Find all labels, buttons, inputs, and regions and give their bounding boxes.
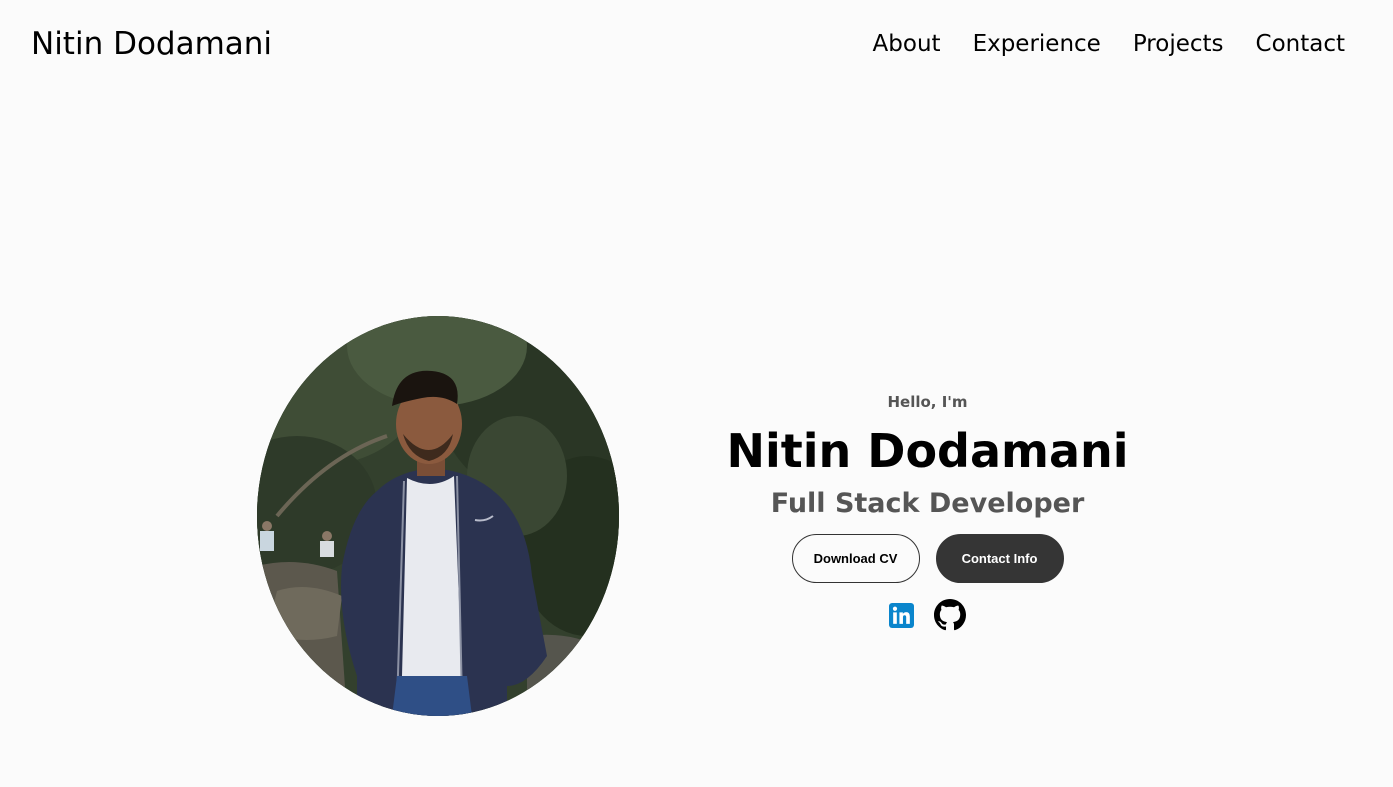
hero-title: Full Stack Developer: [770, 488, 1085, 519]
nav-item-about: About: [873, 31, 941, 57]
hero-greeting: Hello, I'm: [887, 393, 968, 411]
page: Nitin Dodamani About Experience Projects…: [0, 0, 1393, 787]
hero-name: Nitin Dodamani: [726, 424, 1129, 478]
nav-item-contact: Contact: [1256, 31, 1345, 57]
nav-link-projects[interactable]: Projects: [1133, 31, 1224, 57]
nav-link-contact[interactable]: Contact: [1256, 31, 1345, 57]
social-links: [700, 599, 1155, 635]
hero-section: Hello, I'm Nitin Dodamani Full Stack Dev…: [700, 390, 1155, 635]
github-icon[interactable]: [934, 599, 966, 635]
nav-links: About Experience Projects Contact: [873, 31, 1345, 57]
contact-info-button[interactable]: Contact Info: [935, 534, 1064, 583]
nav-item-projects: Projects: [1133, 31, 1224, 57]
linkedin-icon[interactable]: [889, 602, 914, 632]
nav-link-about[interactable]: About: [873, 31, 941, 57]
nav-link-experience[interactable]: Experience: [973, 31, 1101, 57]
hero-buttons: Download CV Contact Info: [700, 534, 1155, 583]
download-cv-button[interactable]: Download CV: [791, 534, 920, 583]
site-logo[interactable]: Nitin Dodamani: [31, 26, 272, 62]
profile-photo: [257, 316, 619, 716]
profile-photo-illustration: [257, 316, 619, 716]
navbar: Nitin Dodamani About Experience Projects…: [0, 0, 1393, 94]
nav-item-experience: Experience: [973, 31, 1101, 57]
